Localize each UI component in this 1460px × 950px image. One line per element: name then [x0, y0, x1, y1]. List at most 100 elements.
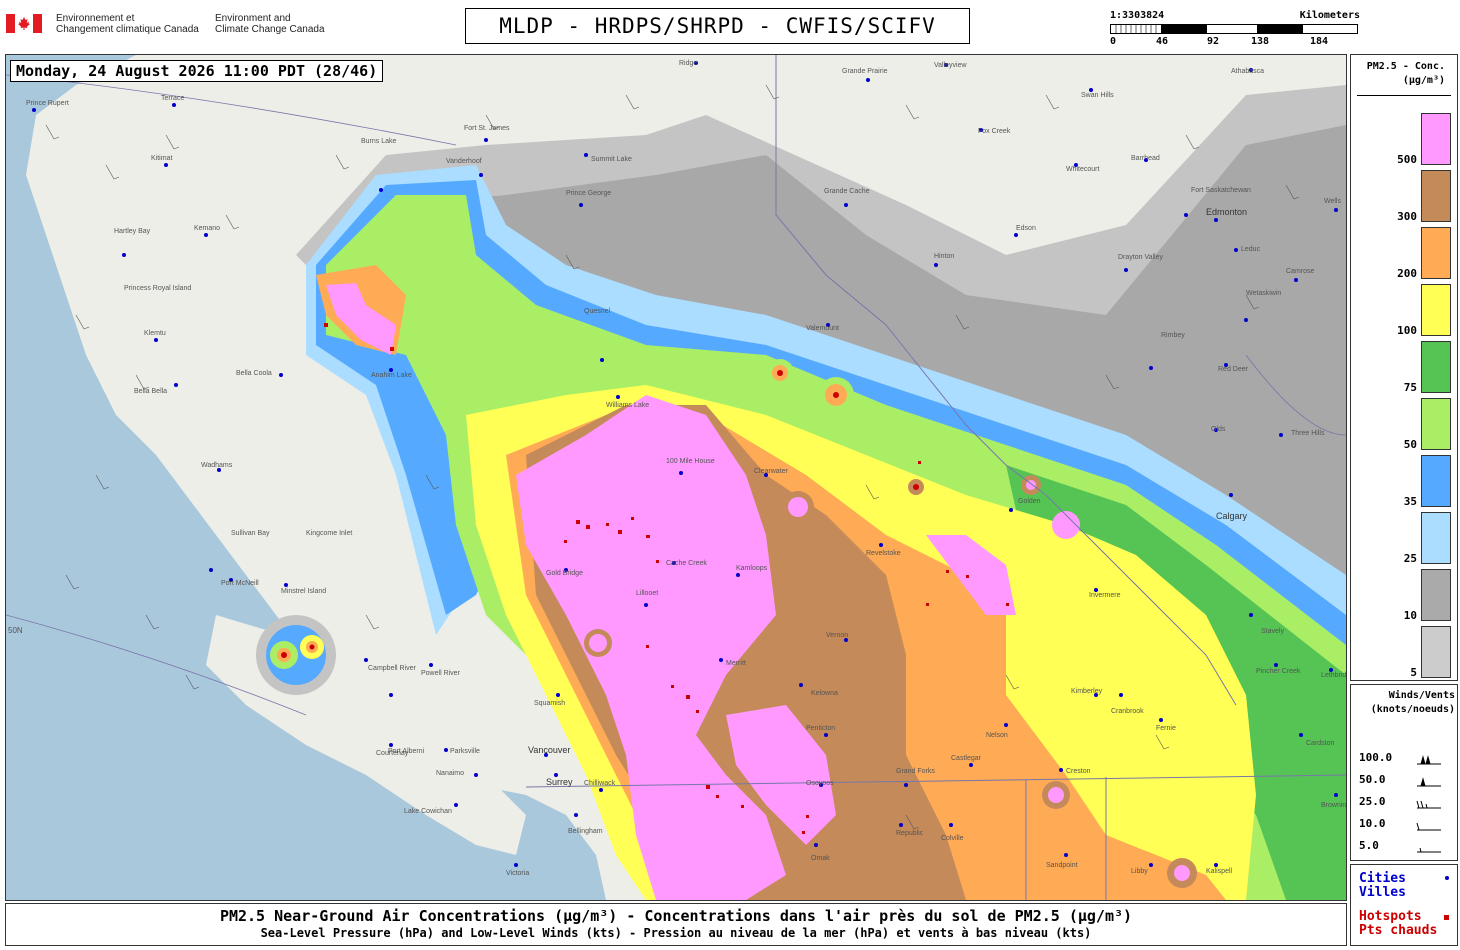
- svg-text:Victoria: Victoria: [506, 870, 529, 877]
- svg-text:Nanaimo: Nanaimo: [436, 770, 464, 777]
- svg-text:Hartley Bay: Hartley Bay: [114, 228, 151, 235]
- svg-text:Bella Coola: Bella Coola: [236, 370, 272, 377]
- svg-text:Edson: Edson: [1016, 225, 1036, 232]
- svg-text:Fernie: Fernie: [1156, 725, 1176, 732]
- svg-text:Leduc: Leduc: [1241, 246, 1261, 253]
- svg-text:Calgary: Calgary: [1216, 511, 1248, 521]
- svg-text:Creston: Creston: [1066, 768, 1091, 775]
- winds-legend-title: Winds/Vents (knots/noeuds): [1370, 690, 1455, 715]
- agency-name-french: Environnement et Changement climatique Ca…: [56, 13, 199, 35]
- svg-text:Burns Lake: Burns Lake: [361, 138, 397, 145]
- svg-text:Campbell River: Campbell River: [368, 665, 417, 672]
- hotspots-label-en: Hotspots: [1359, 909, 1422, 924]
- svg-text:Red Deer: Red Deer: [1218, 366, 1249, 373]
- svg-text:Republic: Republic: [896, 830, 924, 837]
- hotspot-square-icon: [1444, 915, 1449, 920]
- svg-text:Kalispell: Kalispell: [1206, 868, 1233, 875]
- page-title: MLDP - HRDPS/SHRPD - CWFIS/SCIFV: [465, 8, 970, 44]
- hotspots-label-fr: Pts chauds: [1359, 923, 1438, 938]
- svg-text:Browning: Browning: [1321, 802, 1346, 809]
- forecast-timestamp: Monday, 24 August 2026 11:00 PDT (28/46): [10, 60, 384, 82]
- svg-text:Anahim Lake: Anahim Lake: [371, 372, 412, 379]
- svg-text:Valleyview: Valleyview: [934, 62, 967, 69]
- svg-text:Lillooet: Lillooet: [636, 590, 658, 597]
- map-panel[interactable]: Prince Rupert Terrace Kitimat Kemano Hartl…: [5, 54, 1347, 901]
- legend-level-label: 300: [1397, 210, 1417, 223]
- legend-swatch: [1421, 170, 1451, 222]
- wind-barb-5-icon: [1417, 847, 1441, 853]
- svg-text:Quesnel: Quesnel: [584, 308, 611, 315]
- cities-label-fr: Villes: [1359, 885, 1406, 900]
- svg-text:Powell River: Powell River: [421, 670, 461, 677]
- cities-label-en: Cities: [1359, 871, 1406, 886]
- legend-level-label: 25: [1403, 552, 1417, 565]
- svg-text:Chilliwack: Chilliwack: [584, 780, 616, 787]
- symbols-legend: Cities Villes Hotspots Pts chauds: [1350, 864, 1458, 946]
- svg-text:Wetaskiwin: Wetaskiwin: [1246, 290, 1281, 297]
- svg-text:Kelowna: Kelowna: [811, 690, 838, 697]
- wind-barb-100-icon: [1417, 755, 1441, 765]
- legend-swatch: [1421, 512, 1451, 564]
- svg-text:Parksville: Parksville: [450, 748, 480, 755]
- legend-swatch: [1421, 626, 1451, 678]
- svg-text:Surrey: Surrey: [546, 777, 573, 787]
- scale-tick: 184: [1310, 36, 1329, 47]
- svg-text:Clearwater: Clearwater: [754, 468, 789, 475]
- legend-level-label: 75: [1403, 381, 1417, 394]
- svg-text:Vanderhoof: Vanderhoof: [446, 158, 482, 165]
- svg-text:Kingcome Inlet: Kingcome Inlet: [306, 530, 352, 537]
- svg-text:Sullivan Bay: Sullivan Bay: [231, 530, 270, 537]
- header: Environnement et Changement climatique Ca…: [0, 0, 1460, 52]
- legend-level-label: 100: [1397, 324, 1417, 337]
- svg-text:Klemtu: Klemtu: [144, 330, 166, 337]
- wind-barb-50-icon: [1417, 777, 1441, 787]
- footer-subtitle: Sea-Level Pressure (hPa) and Low-Level W…: [260, 926, 1092, 940]
- svg-text:Grand Forks: Grand Forks: [896, 768, 935, 775]
- legend-swatch: [1421, 341, 1451, 393]
- scale-bar-graphic: [1110, 24, 1358, 34]
- svg-text:Prince George: Prince George: [566, 190, 611, 197]
- legend-level-label: 50: [1403, 438, 1417, 451]
- svg-text:Whitecourt: Whitecourt: [1066, 166, 1100, 173]
- svg-text:Cranbrook: Cranbrook: [1111, 708, 1144, 715]
- svg-text:Fort Saskatchewan: Fort Saskatchewan: [1191, 187, 1251, 194]
- svg-text:Drayton Valley: Drayton Valley: [1118, 254, 1164, 261]
- wind-speed-label: 5.0: [1359, 839, 1379, 852]
- legend-level-label: 200: [1397, 267, 1417, 280]
- legend-swatch: [1421, 398, 1451, 450]
- svg-text:Castlegar: Castlegar: [951, 755, 982, 762]
- svg-text:Ridge: Ridge: [679, 60, 697, 67]
- svg-text:Rimbey: Rimbey: [1161, 332, 1185, 339]
- scale-tick: 92: [1207, 36, 1220, 47]
- svg-text:Camrose: Camrose: [1286, 268, 1315, 275]
- svg-text:Grande Cache: Grande Cache: [824, 188, 870, 195]
- svg-text:Port McNeill: Port McNeill: [221, 580, 259, 587]
- legend-divider: [1357, 95, 1451, 96]
- scale-tick: 0: [1110, 36, 1117, 47]
- svg-text:Swan Hills: Swan Hills: [1081, 92, 1114, 99]
- wind-barb-25-icon: [1416, 800, 1441, 809]
- legend-swatch: [1421, 569, 1451, 621]
- svg-text:Pincher Creek: Pincher Creek: [1256, 668, 1301, 675]
- svg-text:Colville: Colville: [941, 835, 964, 842]
- svg-text:Nelson: Nelson: [986, 732, 1008, 739]
- svg-text:Barrhead: Barrhead: [1131, 155, 1160, 162]
- svg-text:Terrace: Terrace: [161, 95, 184, 102]
- canada-flag-logo: [6, 14, 42, 33]
- svg-text:Vancouver: Vancouver: [528, 745, 570, 755]
- svg-text:Golden: Golden: [1018, 498, 1041, 505]
- svg-text:Invermere: Invermere: [1089, 592, 1121, 599]
- svg-text:Lake Cowichan: Lake Cowichan: [404, 808, 452, 815]
- map-canvas[interactable]: Prince Rupert Terrace Kitimat Kemano Hartl…: [6, 55, 1346, 900]
- legend-level-label: 35: [1403, 495, 1417, 508]
- svg-text:Valemount: Valemount: [806, 325, 839, 332]
- svg-text:Olds: Olds: [1211, 426, 1226, 433]
- legend-level-label: 500: [1397, 153, 1417, 166]
- svg-text:Omak: Omak: [811, 855, 830, 862]
- svg-text:Osoyoos: Osoyoos: [806, 780, 834, 787]
- svg-text:Williams Lake: Williams Lake: [606, 402, 649, 409]
- svg-text:Minstrel Island: Minstrel Island: [281, 588, 326, 595]
- wind-barb-10-icon: [1416, 822, 1441, 831]
- svg-text:Princess Royal Island: Princess Royal Island: [124, 285, 191, 292]
- scale-bar: 1:3303824 Kilometers 0 46 92 138 184: [1110, 10, 1360, 50]
